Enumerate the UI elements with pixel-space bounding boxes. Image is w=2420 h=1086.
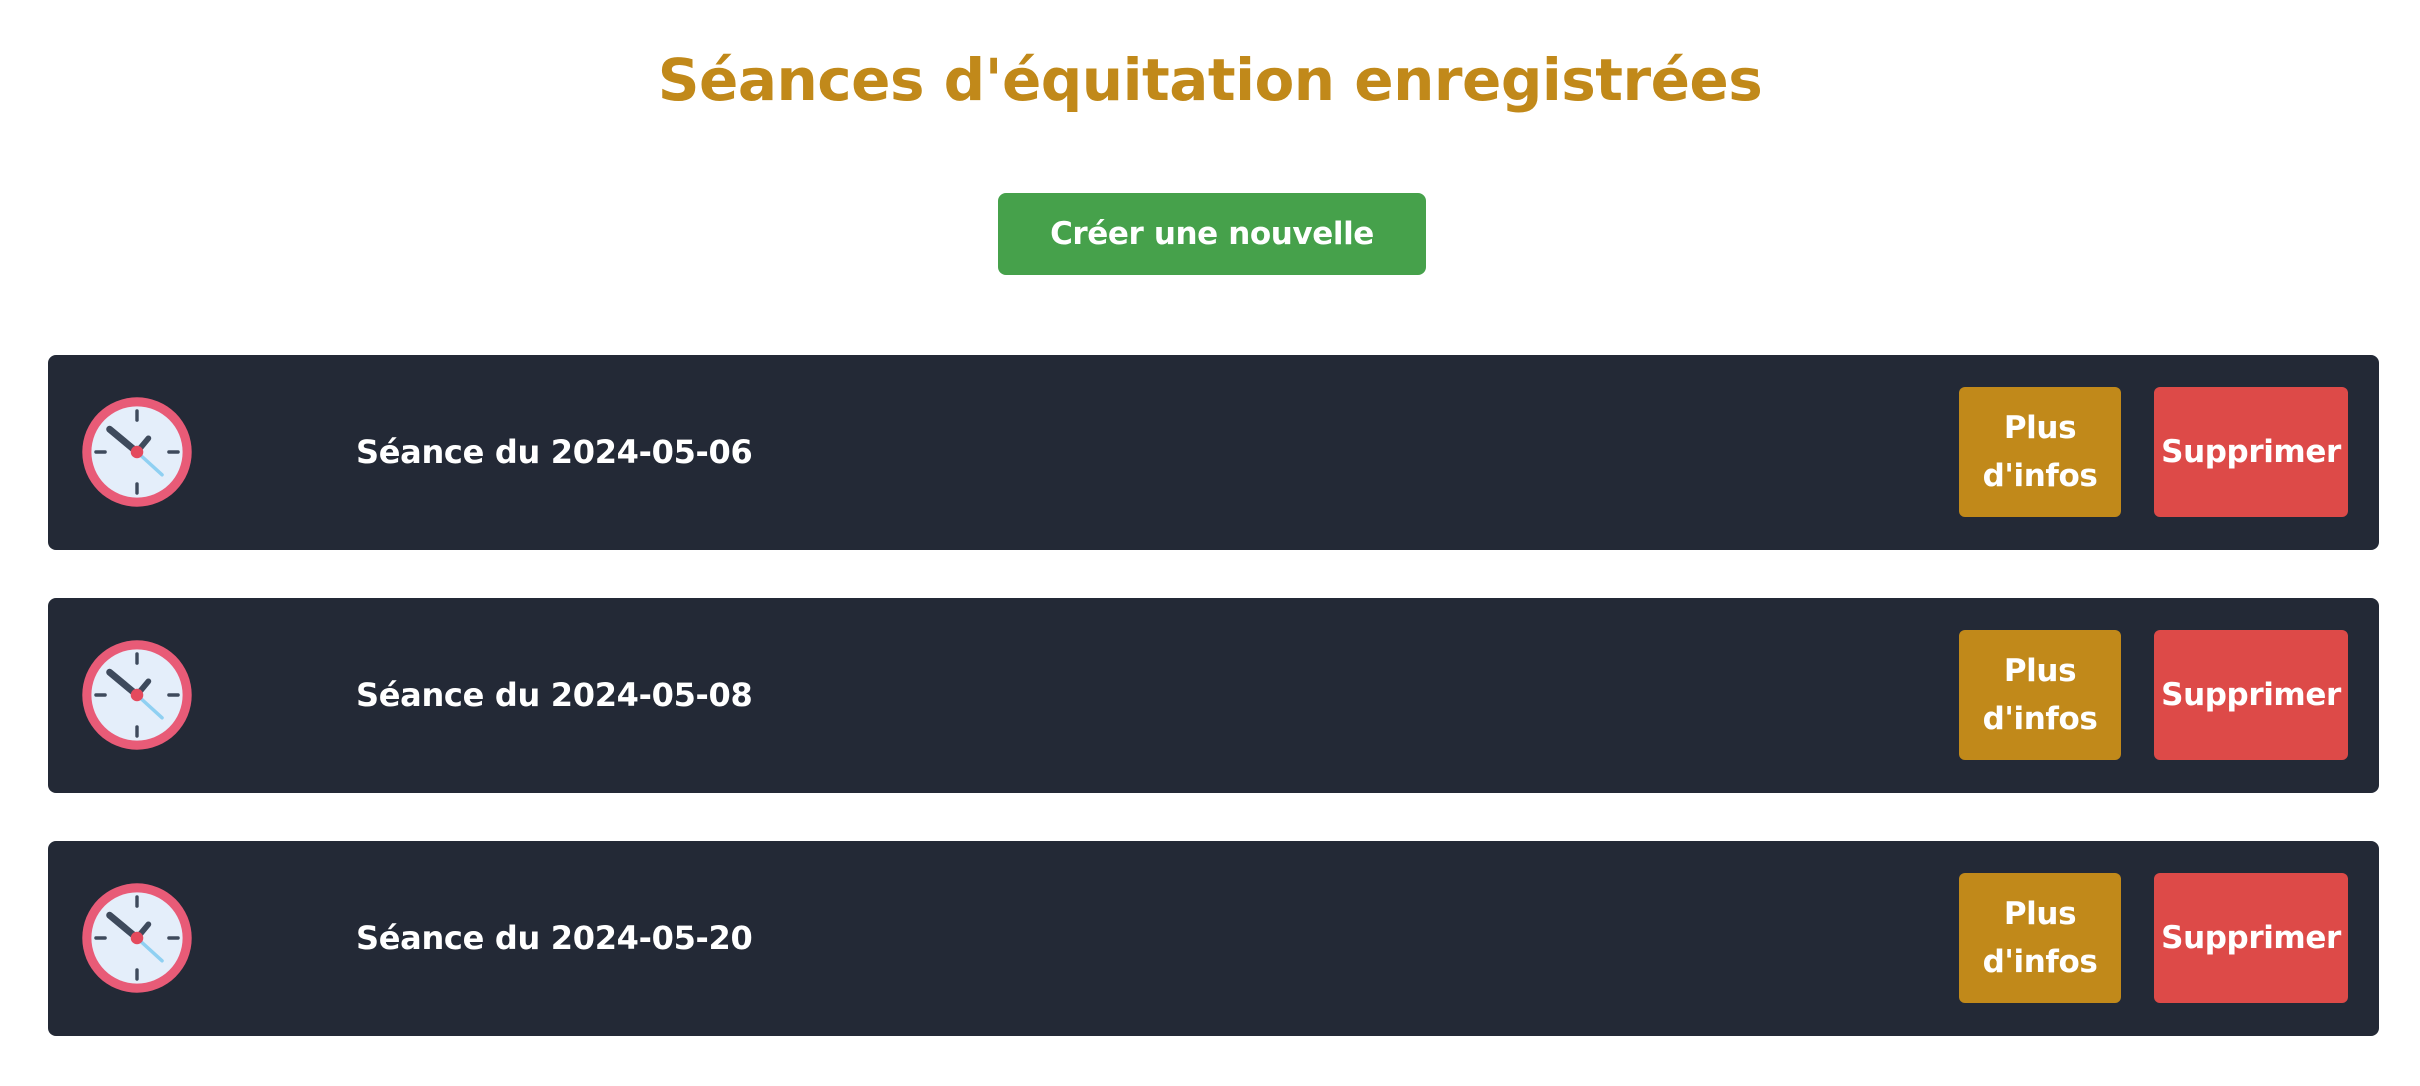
session-card: Séance du 2024-05-20 Plus d'infos Suppri… (48, 841, 2379, 1036)
session-card: Séance du 2024-05-06 Plus d'infos Suppri… (48, 355, 2379, 550)
delete-button[interactable]: Supprimer (2154, 387, 2348, 517)
delete-button[interactable]: Supprimer (2154, 873, 2348, 1003)
session-title: Séance du 2024-05-20 (356, 919, 753, 957)
clock-icon (80, 638, 194, 752)
delete-button[interactable]: Supprimer (2154, 630, 2348, 760)
clock-icon (80, 881, 194, 995)
session-title: Séance du 2024-05-06 (356, 433, 753, 471)
session-title: Séance du 2024-05-08 (356, 676, 753, 714)
page-title: Séances d'équitation enregistrées (657, 46, 1763, 114)
more-info-button[interactable]: Plus d'infos (1959, 387, 2121, 517)
sessions-page: Séances d'équitation enregistrées Créer … (0, 0, 2420, 1086)
create-session-button[interactable]: Créer une nouvelle séance (998, 193, 1426, 334)
clock-icon (80, 395, 194, 509)
session-card: Séance du 2024-05-08 Plus d'infos Suppri… (48, 598, 2379, 793)
more-info-button[interactable]: Plus d'infos (1959, 873, 2121, 1003)
session-list: Séance du 2024-05-06 Plus d'infos Suppri… (48, 355, 2379, 1084)
more-info-button[interactable]: Plus d'infos (1959, 630, 2121, 760)
